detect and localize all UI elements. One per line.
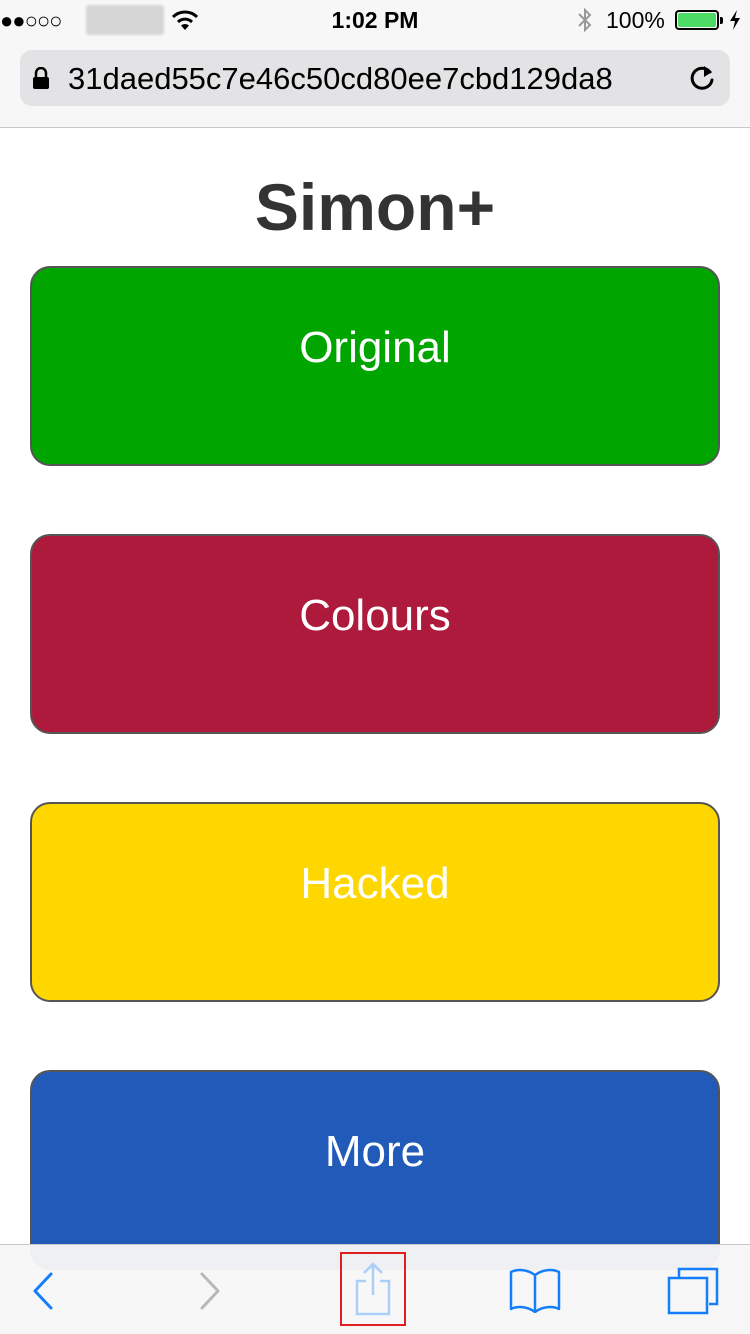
share-highlight-box	[340, 1252, 406, 1326]
colours-button[interactable]: Colours	[30, 534, 720, 734]
page-title: Simon+	[254, 170, 496, 244]
bookmarks-button[interactable]	[505, 1245, 565, 1334]
forward-chevron-icon	[200, 1272, 220, 1310]
status-bar: ●●○○○ 1:02 PM 100%	[0, 0, 750, 40]
hacked-button[interactable]: Hacked	[30, 802, 720, 1002]
tabs-icon	[667, 1267, 719, 1315]
reload-icon[interactable]	[688, 63, 716, 93]
back-button[interactable]	[20, 1245, 70, 1334]
browser-toolbar	[0, 1244, 750, 1334]
charging-bolt-icon	[730, 10, 740, 30]
tabs-button[interactable]	[665, 1245, 725, 1334]
back-chevron-icon	[33, 1272, 53, 1310]
lock-icon	[33, 67, 49, 89]
browser-address-area: 31daed55c7e46c50cd80ee7cbd129da8	[0, 40, 750, 128]
original-button[interactable]: Original	[30, 266, 720, 466]
address-bar[interactable]: 31daed55c7e46c50cd80ee7cbd129da8	[20, 50, 730, 106]
bookmarks-icon	[509, 1268, 561, 1313]
bluetooth-icon	[578, 7, 592, 33]
battery-icon	[675, 10, 723, 30]
url-text[interactable]: 31daed55c7e46c50cd80ee7cbd129da8	[68, 62, 690, 96]
forward-button[interactable]	[185, 1245, 235, 1334]
more-button[interactable]: More	[30, 1070, 720, 1270]
battery-percent: 100%	[606, 7, 665, 33]
